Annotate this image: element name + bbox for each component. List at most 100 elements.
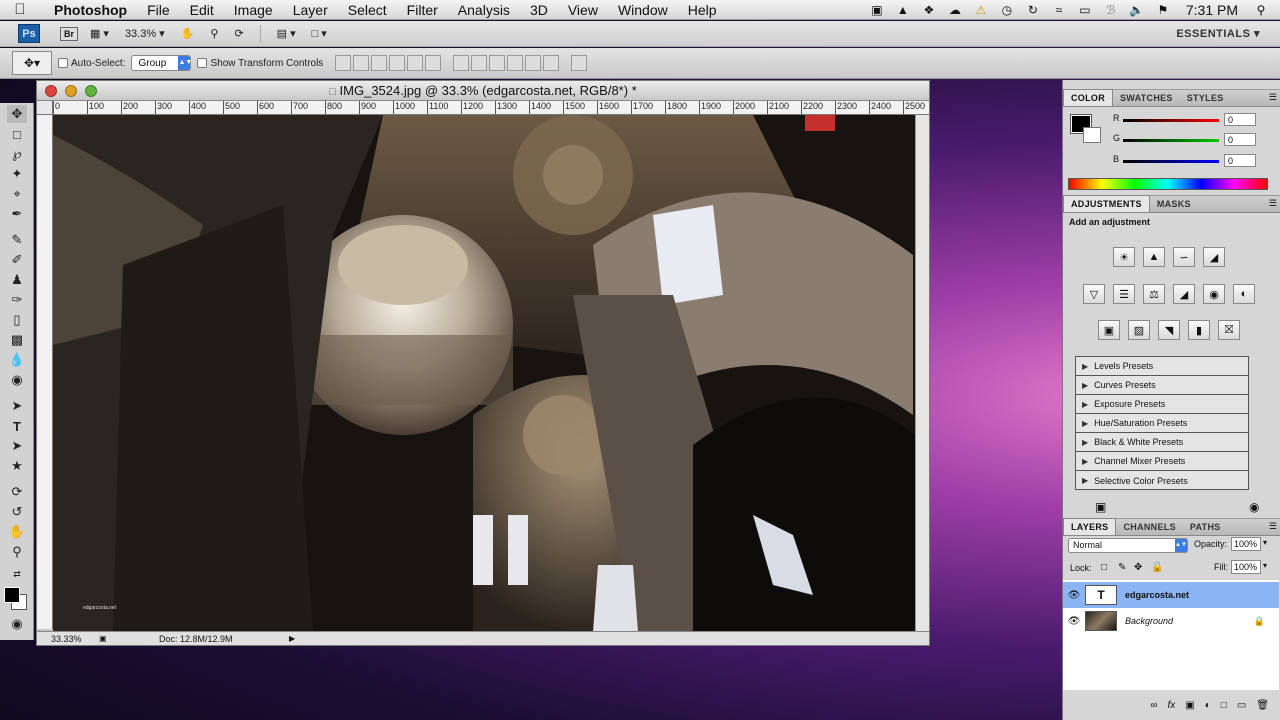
pen-tool-icon[interactable]: ➤ <box>7 397 27 415</box>
opacity-field[interactable]: 100% <box>1231 537 1261 551</box>
align-left-icon[interactable] <box>389 55 406 71</box>
video-icon[interactable]: ▣ <box>868 3 886 17</box>
panel-menu-icon[interactable]: ☰ <box>1269 92 1277 106</box>
channel-mixer-icon[interactable]: ◐ <box>1233 284 1255 304</box>
align-hcenter-icon[interactable] <box>407 55 424 71</box>
layer-mask-icon[interactable]: ▣ <box>1185 700 1194 711</box>
workspace-switcher[interactable]: ESSENTIALS ▾ <box>1176 27 1260 40</box>
swap-colors-icon[interactable]: ⇄ <box>7 565 27 583</box>
levels-icon[interactable]: ▲ <box>1143 247 1165 267</box>
auto-align-layers-icon[interactable] <box>571 55 588 71</box>
show-transform-checkbox[interactable]: Show Transform Controls <box>197 58 323 69</box>
color-balance-icon[interactable]: ⚖ <box>1143 284 1165 304</box>
wifi-icon[interactable]: ≈ <box>1050 3 1068 17</box>
hand-tool-button[interactable]: ✋ <box>177 27 199 40</box>
tab-channels[interactable]: CHANNELS <box>1116 519 1182 535</box>
status-menu-arrow-icon[interactable]: ▶ <box>289 634 295 643</box>
tab-masks[interactable]: MASKS <box>1150 196 1198 212</box>
red-slider[interactable]: R 0 <box>1113 113 1279 129</box>
document-titlebar[interactable]: □ IMG_3524.jpg @ 33.3% (edgarcosta.net, … <box>37 81 929 101</box>
clone-stamp-tool-icon[interactable]: ♟ <box>7 271 27 289</box>
dropbox-icon[interactable]: ❖ <box>920 3 938 17</box>
blue-slider[interactable]: B 0 <box>1113 154 1279 170</box>
fill-dropdown-icon[interactable]: ▾ <box>1263 561 1267 570</box>
auto-select-checkbox[interactable]: Auto-Select: <box>58 58 125 69</box>
crop-tool-icon[interactable]: ⌖ <box>7 185 27 203</box>
3d-rotate-tool-icon[interactable]: ⟳ <box>7 483 27 501</box>
3d-orbit-tool-icon[interactable]: ↺ <box>7 503 27 521</box>
adjustment-options-icon[interactable]: ◉ <box>1249 500 1259 514</box>
menu-file[interactable]: File <box>137 2 180 18</box>
distribute-top-icon[interactable] <box>453 55 470 71</box>
layer-name[interactable]: Background <box>1125 616 1173 626</box>
quick-select-tool-icon[interactable]: ✦ <box>7 165 27 183</box>
fill-field[interactable]: 100% <box>1231 560 1261 574</box>
volume-icon[interactable]: 🔈 <box>1128 3 1146 17</box>
screen-mode-button[interactable]: □ ▾ <box>308 27 331 41</box>
tool-preset-picker[interactable]: ✥ ▾ <box>12 51 52 75</box>
lock-transparency-icon[interactable]: □ <box>1101 562 1107 573</box>
threshold-icon[interactable]: ◥ <box>1158 320 1180 340</box>
new-group-icon[interactable]: □ <box>1221 700 1227 711</box>
menu-window[interactable]: Window <box>608 2 678 18</box>
menu-edit[interactable]: Edit <box>180 2 224 18</box>
menu-layer[interactable]: Layer <box>283 2 338 18</box>
bluetooth-icon[interactable]: ℬ <box>1102 3 1120 17</box>
flag-icon[interactable]: ⚑ <box>1154 3 1172 17</box>
visibility-eye-icon[interactable]: 👁 <box>1063 616 1085 627</box>
distribute-hcenter-icon[interactable] <box>525 55 542 71</box>
exposure-icon[interactable]: ◢ <box>1203 247 1225 267</box>
red-track[interactable] <box>1123 119 1219 122</box>
sync-icon[interactable]: ↻ <box>1024 3 1042 17</box>
adjustment-layer-icon[interactable]: ◐ <box>1205 700 1211 711</box>
auto-select-dropdown[interactable]: Group ▲▼ <box>131 55 192 71</box>
black-white-icon[interactable]: ◢ <box>1173 284 1195 304</box>
spotlight-search-icon[interactable]: ⚲ <box>1252 3 1270 17</box>
opacity-dropdown-icon[interactable]: ▾ <box>1263 538 1267 547</box>
return-to-list-icon[interactable]: ▣ <box>1095 500 1106 514</box>
lasso-tool-icon[interactable]: ℘ <box>7 145 27 163</box>
brush-tool-icon[interactable]: ✐ <box>7 251 27 269</box>
bridge-launch-button[interactable]: Br <box>60 26 78 41</box>
layer-row[interactable]: 👁 Background 🔒 <box>1063 608 1279 634</box>
time-machine-icon[interactable]: ◷ <box>998 3 1016 17</box>
list-item[interactable]: ▶ Levels Presets <box>1076 357 1248 376</box>
panel-menu-icon[interactable]: ☰ <box>1269 198 1277 212</box>
layer-row[interactable]: 👁 T edgarcosta.net <box>1063 582 1279 608</box>
list-item[interactable]: ▶ Black & White Presets <box>1076 433 1248 452</box>
menu-image[interactable]: Image <box>224 2 283 18</box>
list-item[interactable]: ▶ Hue/Saturation Presets <box>1076 414 1248 433</box>
tab-styles[interactable]: STYLES <box>1180 90 1231 106</box>
green-value[interactable]: 0 <box>1224 133 1256 146</box>
lock-all-icon[interactable]: 🔒 <box>1151 562 1163 573</box>
hue-saturation-icon[interactable]: ☰ <box>1113 284 1135 304</box>
list-item[interactable]: ▶ Selective Color Presets <box>1076 471 1248 490</box>
zoom-tool-button[interactable]: ⚲ <box>206 27 222 40</box>
minimize-window-button[interactable] <box>65 85 77 97</box>
new-layer-icon[interactable]: ▭ <box>1237 700 1246 711</box>
blue-track[interactable] <box>1123 160 1219 163</box>
vibrance-icon[interactable]: ▽ <box>1083 284 1105 304</box>
posterize-icon[interactable]: ▨ <box>1128 320 1150 340</box>
tab-color[interactable]: COLOR <box>1063 89 1113 106</box>
lock-image-icon[interactable]: ✎ <box>1118 562 1126 573</box>
distribute-left-icon[interactable] <box>507 55 524 71</box>
green-track[interactable] <box>1123 139 1219 142</box>
move-tool-icon[interactable]: ✥ <box>7 105 27 123</box>
healing-brush-tool-icon[interactable]: ✎ <box>7 231 27 249</box>
gradient-tool-icon[interactable]: ▩ <box>7 331 27 349</box>
vertical-scrollbar[interactable] <box>915 115 929 631</box>
display-icon[interactable]: ▭ <box>1076 3 1094 17</box>
shape-tool-icon[interactable]: ★ <box>7 457 27 475</box>
type-tool-icon[interactable]: T <box>7 417 27 435</box>
link-layers-icon[interactable]: ∞ <box>1150 700 1157 711</box>
image-canvas[interactable]: edgarcosta.net <box>53 115 915 632</box>
photo-filter-icon[interactable]: ◉ <box>1203 284 1225 304</box>
close-window-button[interactable] <box>45 85 57 97</box>
status-options-icon[interactable]: ▣ <box>99 634 113 643</box>
menu-clock[interactable]: 7:31 PM <box>1180 2 1244 18</box>
invert-icon[interactable]: ▣ <box>1098 320 1120 340</box>
layer-name[interactable]: edgarcosta.net <box>1125 590 1189 600</box>
color-spectrum-ramp[interactable] <box>1068 178 1268 190</box>
menu-help[interactable]: Help <box>678 2 727 18</box>
